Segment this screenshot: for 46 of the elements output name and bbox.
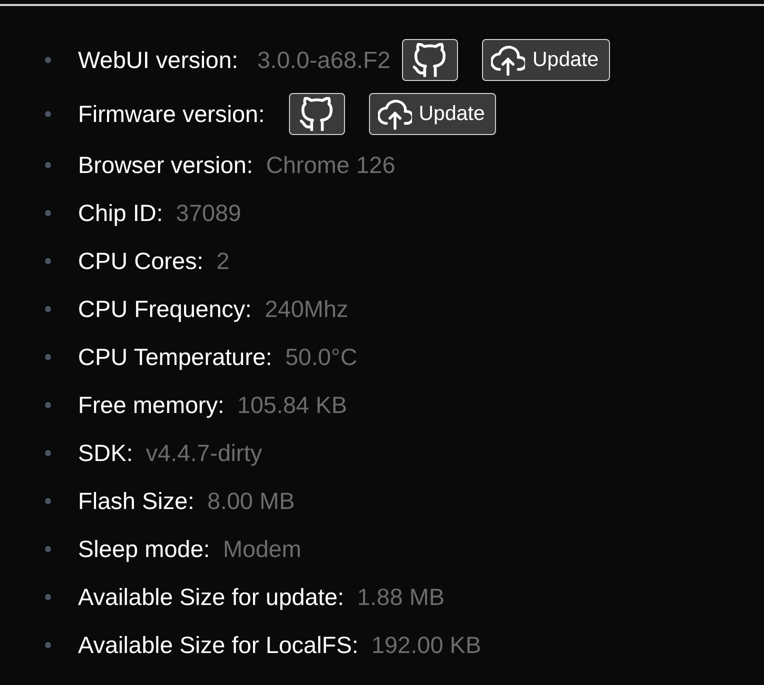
repository-button[interactable] (288, 93, 345, 135)
info-value: Chrome 126 (266, 152, 396, 178)
info-label: Browser version: (78, 152, 253, 178)
info-label: CPU Cores: (78, 248, 204, 274)
bullet-icon (45, 210, 51, 216)
info-value: v4.4.7-dirty (146, 440, 262, 466)
info-value: 105.84 KB (237, 392, 348, 418)
info-label: Available Size for LocalFS: (78, 632, 358, 658)
info-label: Free memory: (78, 392, 224, 418)
bullet-icon (45, 111, 51, 117)
bullet-icon (45, 354, 51, 360)
bullet-icon (45, 594, 51, 600)
repository-button[interactable] (402, 39, 458, 81)
cloud-upload-icon (491, 43, 526, 77)
bullet-icon (45, 642, 51, 648)
info-value: Modem (222, 536, 302, 562)
bullet-icon (45, 258, 51, 264)
info-value: 3.0.0-a68.F2 (257, 46, 390, 74)
info-value: 1.88 MB (357, 584, 445, 610)
info-label: CPU Frequency: (78, 296, 252, 322)
info-label: WebUI version: (78, 46, 238, 74)
info-value: 240Mhz (264, 296, 348, 322)
info-value: 8.00 MB (207, 488, 295, 514)
bullet-icon (45, 450, 51, 456)
info-label: CPU Temperature: (78, 344, 272, 370)
info-label: Available Size for update: (78, 584, 344, 610)
info-label: SDK: (78, 440, 133, 466)
update-button[interactable]: Update (368, 93, 496, 135)
info-value: 192.00 KB (371, 632, 482, 658)
bullet-icon (45, 546, 51, 552)
info-label: Firmware version: (78, 100, 265, 128)
github-icon (300, 97, 334, 131)
info-value: 2 (216, 248, 230, 274)
info-value: 50.0°C (285, 344, 358, 370)
bullet-icon (45, 402, 51, 408)
bullet-icon (45, 498, 51, 504)
info-value: 37089 (176, 200, 242, 226)
cloud-upload-icon (378, 97, 412, 131)
update-button[interactable]: Update (482, 39, 610, 81)
github-icon (413, 43, 448, 77)
info-label: Sleep mode: (78, 536, 210, 562)
bullet-icon (45, 57, 51, 63)
bullet-icon (45, 306, 51, 312)
info-label: Flash Size: (78, 488, 194, 514)
info-label: Chip ID: (78, 200, 163, 226)
bullet-icon (45, 162, 51, 168)
